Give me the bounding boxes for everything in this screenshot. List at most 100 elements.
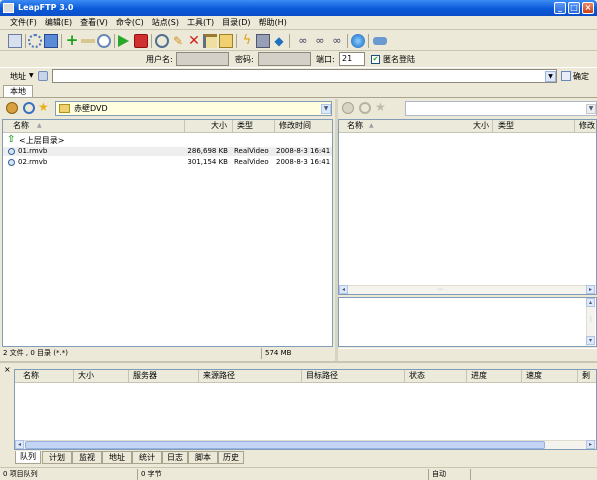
reconnect-icon[interactable] — [97, 34, 111, 48]
queue-col-size[interactable]: 大小 — [78, 370, 94, 382]
parent-dir-label: <上层目录> — [19, 136, 65, 145]
rename-icon[interactable] — [203, 34, 217, 48]
remote-col-name[interactable]: 名称 — [347, 120, 363, 132]
table-row[interactable]: 01.rmvb 286,698 KB RealVideo 2008-8-3 16… — [3, 147, 332, 156]
address-dropdown-icon[interactable]: ▼ — [29, 72, 34, 79]
col-type[interactable]: 类型 — [237, 120, 253, 132]
remote-column-header: 名称 ▲ 大小 类型 修改 — [339, 120, 596, 133]
tab-history[interactable]: 历史 — [218, 451, 244, 464]
queue-col-status[interactable]: 状态 — [409, 370, 425, 382]
scroll-left-arrow[interactable]: ◂ — [15, 440, 24, 449]
disconnect-minus-icon[interactable] — [81, 39, 95, 43]
menu-command[interactable]: 命令(C) — [112, 16, 148, 30]
port-label: 端口: — [316, 55, 335, 64]
connect-plus-icon[interactable]: + — [65, 33, 79, 48]
local-column-header: 名称 ▲ 大小 类型 修改时间 — [3, 120, 332, 133]
link-icon[interactable] — [373, 37, 387, 45]
menu-directory[interactable]: 目录(D) — [218, 16, 254, 30]
close-button[interactable]: × — [582, 2, 594, 14]
sitemanager-icon[interactable] — [8, 34, 22, 48]
queue-col-speed[interactable]: 速度 — [526, 370, 542, 382]
scroll-thumb[interactable] — [25, 441, 545, 449]
address-combo-arrow[interactable]: ▼ — [545, 71, 556, 82]
port-field[interactable]: 21 — [339, 52, 365, 66]
scroll-right-arrow[interactable]: ▸ — [586, 440, 595, 449]
file-type: RealVideo — [234, 147, 269, 155]
col-separator — [198, 370, 199, 383]
binoculars-next-icon[interactable]: ∞ — [313, 34, 327, 48]
queue-col-remaining[interactable]: 剩 — [582, 370, 590, 382]
col-name[interactable]: 名称 — [13, 120, 29, 132]
menu-edit[interactable]: 编辑(E) — [41, 16, 76, 30]
scroll-right-arrow[interactable]: ▸ — [586, 285, 595, 294]
queue-col-server[interactable]: 服务器 — [133, 370, 157, 382]
col-modified[interactable]: 修改时间 — [279, 120, 311, 132]
stop-icon[interactable] — [134, 34, 148, 48]
queue-col-progress[interactable]: 进度 — [471, 370, 487, 382]
maximize-button[interactable]: □ — [568, 2, 580, 14]
folder-up-icon[interactable] — [6, 102, 18, 114]
menu-tools[interactable]: 工具(T) — [183, 16, 218, 30]
remote-path-combo[interactable]: ▼ — [405, 101, 597, 116]
log-vertical-scrollbar[interactable]: ▴ ⋮ ▾ — [586, 298, 595, 346]
remote-path-dropdown-arrow[interactable]: ▼ — [586, 104, 596, 114]
queue-col-name[interactable]: 名称 — [23, 370, 39, 382]
play-icon[interactable] — [118, 35, 129, 47]
table-row[interactable]: 02.rmvb 301,154 KB RealVideo 2008-8-3 16… — [3, 158, 332, 167]
binoculars-icon[interactable]: ∞ — [296, 34, 310, 48]
scroll-left-arrow[interactable]: ◂ — [339, 285, 348, 294]
remote-horizontal-scrollbar[interactable]: ◂ ⋯ ▸ — [339, 285, 596, 294]
new-folder-icon[interactable] — [219, 34, 233, 48]
local-path-dropdown-arrow[interactable]: ▼ — [321, 104, 331, 114]
scroll-up-arrow[interactable]: ▴ — [586, 298, 595, 307]
queue-close-icon[interactable]: × — [4, 365, 11, 374]
local-path-combo[interactable]: 赤壁DVD ▼ — [55, 101, 332, 116]
password-field[interactable] — [258, 52, 311, 66]
file-name: 02.rmvb — [18, 158, 48, 166]
disk-icon[interactable] — [256, 34, 270, 48]
pencil-icon[interactable]: ✎ — [171, 34, 185, 48]
delete-icon[interactable]: ✕ — [187, 34, 201, 48]
col-separator — [404, 370, 405, 383]
scroll-down-arrow[interactable]: ▾ — [586, 336, 595, 345]
parent-dir-row[interactable]: ⇧ <上层目录> — [3, 135, 332, 146]
menu-file[interactable]: 文件(F) — [6, 16, 41, 30]
tab-script[interactable]: 脚本 — [188, 451, 218, 464]
tab-log[interactable]: 日志 — [162, 451, 188, 464]
remote-col-size[interactable]: 大小 — [473, 120, 489, 132]
globe-icon[interactable] — [351, 34, 365, 48]
confirm-icon[interactable] — [561, 71, 571, 81]
col-separator — [301, 370, 302, 383]
tab-schedule[interactable]: 计划 — [42, 451, 72, 464]
address-input[interactable] — [52, 69, 557, 83]
tab-queue[interactable]: 队列 — [15, 451, 41, 464]
menu-help[interactable]: 帮助(H) — [255, 16, 291, 30]
scroll-thumb-grip[interactable]: ⋮ — [588, 316, 594, 323]
queue-horizontal-scrollbar[interactable]: ◂ ▸ — [15, 440, 596, 449]
menu-sites[interactable]: 站点(S) — [148, 16, 183, 30]
menu-view[interactable]: 查看(V) — [76, 16, 112, 30]
queue-col-target[interactable]: 目标路径 — [306, 370, 338, 382]
lightning-icon[interactable]: ϟ — [240, 34, 254, 48]
tab-address[interactable]: 地址 — [102, 451, 132, 464]
queue-panel: 名称 大小 服务器 来源路径 目标路径 状态 进度 速度 剩 ◂ ▸ — [14, 369, 597, 450]
anonymous-checkbox[interactable]: ✔ — [371, 55, 380, 64]
remote-col-type[interactable]: 类型 — [498, 120, 514, 132]
col-size[interactable]: 大小 — [211, 120, 227, 132]
favorites-icon[interactable]: ★ — [38, 100, 49, 114]
search-icon[interactable] — [155, 34, 169, 48]
scroll-thumb-grip[interactable]: ⋯ — [437, 286, 443, 294]
binoculars-prev-icon[interactable]: ∞ — [330, 34, 344, 48]
gear-icon[interactable] — [28, 34, 42, 48]
horizontal-splitter[interactable] — [0, 361, 597, 363]
tab-monitor[interactable]: 监视 — [72, 451, 102, 464]
diamond-icon[interactable]: ◆ — [272, 34, 286, 48]
minimize-button[interactable]: _ — [554, 2, 566, 14]
username-field[interactable] — [176, 52, 229, 66]
remote-col-modified[interactable]: 修改 — [579, 120, 595, 132]
tab-stats[interactable]: 统计 — [132, 451, 162, 464]
queue-col-source[interactable]: 来源路径 — [203, 370, 235, 382]
confirm-button[interactable]: 确定 — [573, 70, 589, 83]
refresh-icon[interactable] — [23, 102, 35, 114]
window-icon[interactable] — [44, 34, 58, 48]
